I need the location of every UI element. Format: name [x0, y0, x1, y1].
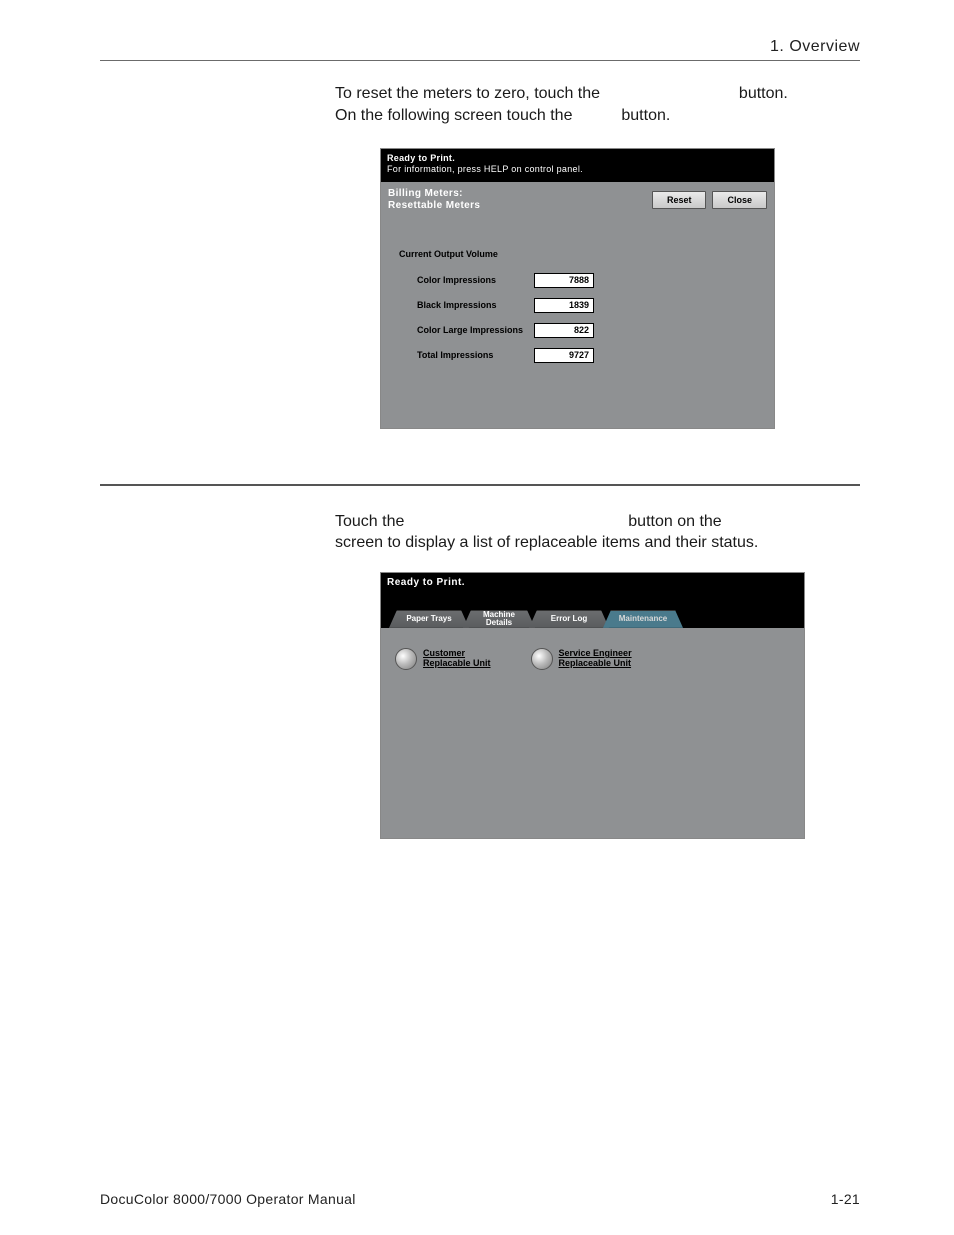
chapter-header: 1. Overview [100, 38, 860, 61]
tab-error-log[interactable]: Error Log [529, 610, 609, 628]
tab-bar: Paper Trays Machine Details Error Log Ma… [381, 610, 804, 628]
panel-title-line2: Resettable Meters [388, 200, 480, 213]
text: Replacable Unit [423, 658, 491, 668]
meter-row: Black Impressions 1839 [399, 298, 756, 313]
text: Touch the [335, 513, 409, 530]
tab-label: Maintenance [619, 615, 667, 623]
close-button[interactable]: Close [712, 191, 767, 209]
meter-label: Color Large Impressions [399, 325, 534, 335]
section-title: Current Output Volume [399, 249, 756, 259]
meter-value: 1839 [534, 298, 594, 313]
meter-row: Color Large Impressions 822 [399, 323, 756, 338]
status-ready: Ready to Print. [387, 153, 768, 164]
status-help: For information, press HELP on control p… [387, 164, 768, 175]
meter-value: 7888 [534, 273, 594, 288]
footer-title: DocuColor 8000/7000 Operator Manual [100, 1191, 356, 1207]
page-number: 1-21 [831, 1191, 860, 1207]
text: Service Engineer [559, 648, 632, 658]
page-footer: DocuColor 8000/7000 Operator Manual 1-21 [100, 1191, 860, 1207]
tab-label: Error Log [551, 615, 587, 623]
text: button. [739, 85, 788, 102]
text: On the following screen touch the [335, 107, 577, 124]
panel-title: Billing Meters: Resettable Meters [388, 188, 480, 213]
text: Replaceable Unit [559, 658, 632, 668]
section-divider [100, 484, 860, 486]
text: Customer [423, 648, 465, 658]
option-label: Customer Replacable Unit [423, 649, 491, 669]
radio-icon [395, 648, 417, 670]
status-bar: Ready to Print. [381, 573, 804, 610]
customer-replaceable-option[interactable]: Customer Replacable Unit [395, 648, 491, 670]
instruction-paragraph-1: To reset the meters to zero, touch the b… [335, 83, 860, 126]
text: screen to display a list of replaceable … [335, 534, 758, 551]
text: button. [621, 107, 670, 124]
option-label: Service Engineer Replaceable Unit [559, 649, 632, 669]
panel-title-line1: Billing Meters: [388, 188, 480, 201]
meter-row: Color Impressions 7888 [399, 273, 756, 288]
meter-row: Total Impressions 9727 [399, 348, 756, 363]
tab-machine-details[interactable]: Machine Details [463, 610, 535, 628]
tab-maintenance[interactable]: Maintenance [603, 610, 683, 628]
meter-label: Black Impressions [399, 300, 534, 310]
tab-label: Machine Details [483, 611, 515, 627]
radio-icon [531, 648, 553, 670]
reset-button[interactable]: Reset [652, 191, 707, 209]
meter-value: 822 [534, 323, 594, 338]
meter-label: Color Impressions [399, 275, 534, 285]
meter-label: Total Impressions [399, 350, 534, 360]
text: button on the [628, 513, 721, 530]
tab-paper-trays[interactable]: Paper Trays [389, 610, 469, 628]
billing-meters-screenshot: Ready to Print. For information, press H… [380, 148, 775, 429]
service-engineer-replaceable-option[interactable]: Service Engineer Replaceable Unit [531, 648, 632, 670]
meter-value: 9727 [534, 348, 594, 363]
instruction-paragraph-2: Touch the button on the screen to displa… [335, 511, 860, 554]
status-bar: Ready to Print. For information, press H… [381, 149, 774, 182]
tab-label: Paper Trays [406, 615, 451, 623]
maintenance-screenshot: Ready to Print. Paper Trays Machine Deta… [380, 572, 805, 839]
text: To reset the meters to zero, touch the [335, 85, 604, 102]
status-ready: Ready to Print. [387, 577, 798, 588]
